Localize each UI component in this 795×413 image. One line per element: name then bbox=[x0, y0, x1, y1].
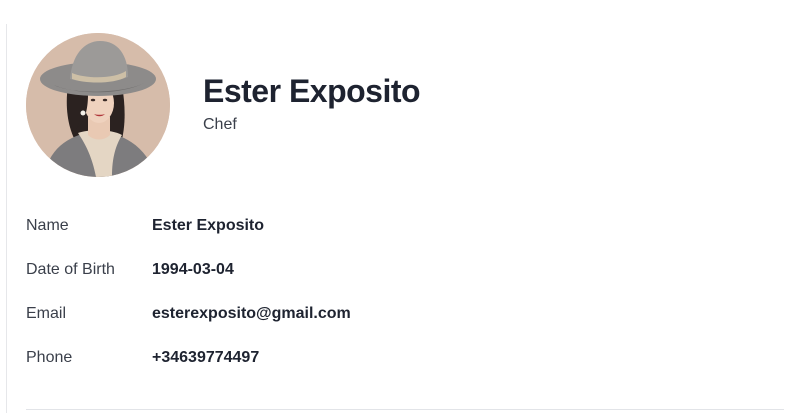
profile-details: Name Ester Exposito Date of Birth 1994-0… bbox=[26, 204, 726, 380]
detail-label: Email bbox=[26, 305, 67, 322]
detail-value-phone: +34639774497 bbox=[152, 349, 260, 366]
profile-header: Ester Exposito Chef bbox=[203, 70, 421, 135]
detail-label: Name bbox=[26, 217, 69, 234]
detail-value-name: Ester Exposito bbox=[152, 217, 265, 234]
detail-row-email: Email esterexposito@gmail.com bbox=[26, 292, 726, 336]
avatar bbox=[26, 33, 170, 177]
detail-label: Phone bbox=[26, 349, 73, 366]
section-divider bbox=[26, 409, 784, 410]
avatar-portrait-image bbox=[26, 33, 170, 177]
detail-value-date-of-birth: 1994-03-04 bbox=[152, 261, 234, 278]
detail-row-name: Name Ester Exposito bbox=[26, 204, 726, 248]
detail-label: Date of Birth bbox=[26, 261, 115, 278]
profile-name: Ester Exposito bbox=[203, 73, 421, 109]
profile-role: Chef bbox=[203, 116, 237, 133]
left-border bbox=[6, 24, 7, 413]
profile-card: Ester Exposito Chef Name Ester Exposito … bbox=[26, 0, 784, 413]
detail-row-date-of-birth: Date of Birth 1994-03-04 bbox=[26, 248, 726, 292]
detail-row-phone: Phone +34639774497 bbox=[26, 336, 726, 380]
detail-value-email: esterexposito@gmail.com bbox=[152, 305, 351, 322]
